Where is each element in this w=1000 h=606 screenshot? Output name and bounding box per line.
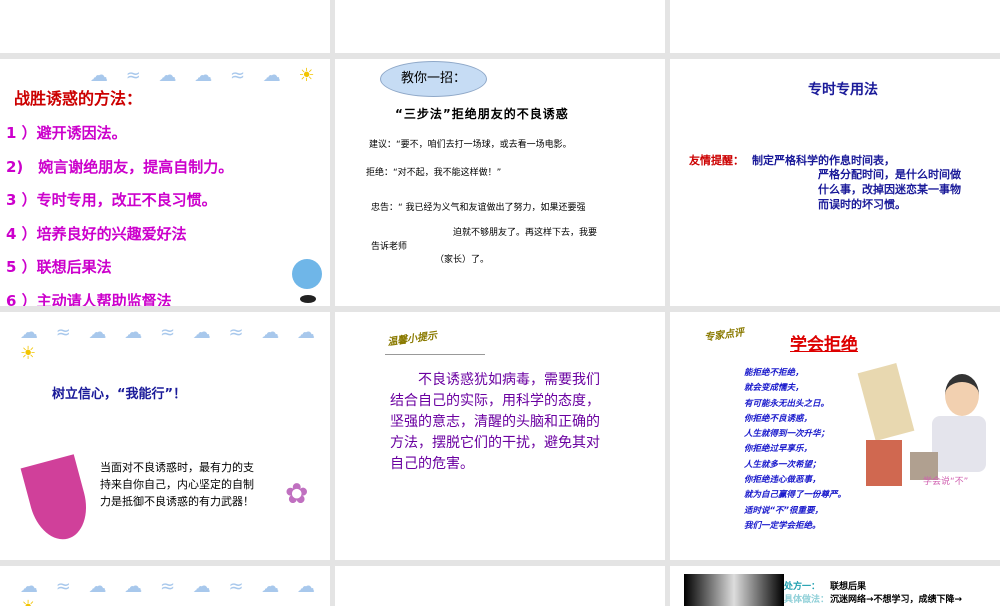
slide-title: 树立信心，“我能行”！: [52, 387, 187, 402]
poem-line: 你拒绝过早享乐，: [744, 444, 813, 455]
body-text: 力是抵御不良诱惑的有力武器！: [100, 495, 254, 508]
divider: [385, 354, 485, 355]
reminder-line: 严格分配时间，是什么时间做: [818, 168, 961, 181]
poem-line: 你拒绝违心做恶事，: [744, 475, 821, 486]
slide-thumbnail-three-steps[interactable]: 教你一招： “三步法”拒绝朋友的不良诱惑 建议：“要不，咱们去打一场球，或去看一…: [335, 59, 665, 306]
slide-title: 专时专用法: [808, 82, 878, 98]
prescription-label: 处方一：: [784, 582, 821, 592]
method-label: 具体做法：: [784, 595, 830, 605]
tip-text: 不良诱惑犹如病毒，需要我们结合自己的实际，用科学的态度，坚强的意志，清醒的头脑和…: [390, 372, 600, 472]
body-text: 持来自你自己，内心坚定的自制: [100, 478, 254, 491]
body-text: 当面对不良诱惑时，最有力的支: [100, 461, 254, 474]
method-item: 2) 婉言谢绝朋友，提高自制力。: [6, 157, 234, 176]
slide-thumbnail-top-middle[interactable]: [335, 0, 665, 53]
suggestion-line: 建议：“要不，咱们去打一场球，或去看一场电影。: [369, 140, 572, 150]
box-illustration-icon: [866, 440, 902, 486]
poem-line: 人生就多一次希望；: [744, 459, 821, 470]
reminder-label: 友情提醒：: [689, 154, 744, 167]
clouds-decoration: ☁ ≈ ☁ ☁ ≈ ☁ ≈ ☁ ☁ ☀: [20, 576, 322, 606]
advice-line: （家长）了。: [435, 255, 490, 265]
method-item: 6 ）主动请人帮助监督法: [6, 291, 172, 307]
method-item: 4 ）培养良好的兴趣爱好法: [6, 224, 187, 243]
clouds-decoration: ☁ ≈ ☁ ☁ ≈ ☁ ≈ ☁ ☁ ☀: [20, 322, 322, 364]
slide-thumbnail-methods[interactable]: ☁ ≈ ☁ ☁ ≈ ☁ ☀ 战胜诱惑的方法： 1 ）避开诱因法。 2) 婉言谢绝…: [0, 59, 330, 306]
slide-thumbnail-bottom-middle[interactable]: [335, 566, 665, 606]
boy-body-icon: [932, 416, 986, 472]
cartoon-icon: [292, 259, 322, 289]
advice-line: 忠告：“ 我已经为义气和友谊做出了努力，如果还要强: [371, 203, 586, 213]
tip-badge: 温馨小提示: [386, 330, 438, 349]
slide-thumbnail-top-right[interactable]: [670, 0, 1000, 53]
cartoon-base-icon: [300, 295, 316, 303]
magazine-illustration-icon: [857, 363, 915, 441]
reminder-line: 什么事，改掉因迷恋某一事物: [818, 183, 961, 196]
slide-title: 战胜诱惑的方法：: [14, 89, 143, 108]
slide-thumbnail-top-left[interactable]: [0, 0, 330, 53]
poem-line: 就为自己赢得了一份尊严。: [744, 490, 847, 501]
slide-thumbnail-bottom-left[interactable]: ☁ ≈ ☁ ☁ ≈ ☁ ≈ ☁ ☁ ☀: [0, 566, 330, 606]
slide-title: “三步法”拒绝朋友的不良诱惑: [395, 107, 569, 121]
slide-thumbnail-prescription[interactable]: 处方一： 联想后果 具体做法： 沉迷网络→不想学习，成绩下降→: [670, 566, 1000, 606]
method-item: 5 ）联想后果法: [6, 258, 112, 276]
method-value: 沉迷网络→不想学习，成绩下降→: [830, 595, 963, 605]
poem-line: 适时说“不”很重要，: [744, 505, 823, 516]
slide-thumbnail-time-method[interactable]: 专时专用法 友情提醒： 制定严格科学的作息时间表， 严格分配时间，是什么时间做 …: [670, 59, 1000, 306]
poem-line: 就会变成懦夫，: [744, 383, 804, 394]
method-item: 1 ）避开诱因法。: [6, 124, 127, 142]
thought-bubble: 教你一招：: [380, 61, 487, 97]
refusal-line: 拒绝：“对不起，我不能这样做！”: [366, 168, 502, 178]
poem-line: 你拒绝不良诱惑，: [744, 413, 813, 424]
flowers-icon: ✿: [285, 477, 309, 510]
advice-line: 告诉老师: [371, 242, 408, 252]
caption: 学会说“不”: [923, 477, 969, 487]
advice-line: 迫就不够朋友了。再这样下去，我要: [453, 228, 598, 238]
photo-image: [684, 574, 784, 606]
expert-badge: 专家点评: [703, 327, 745, 344]
slide-thumbnail-learn-refuse[interactable]: 专家点评 学会拒绝 能拒绝不拒绝， 就会变成懦夫， 有可能永无出头之日。 你拒绝…: [670, 312, 1000, 560]
reminder-line: 而误时的坏习惯。: [818, 198, 906, 211]
poem-line: 人生就得到一次升华；: [744, 429, 830, 440]
poem-line: 能拒绝不拒绝，: [744, 368, 804, 378]
prescription-value: 联想后果: [830, 582, 867, 592]
slide-thumbnail-tip[interactable]: 温馨小提示 不良诱惑犹如病毒，需要我们结合自己的实际，用科学的态度，坚强的意志，…: [335, 312, 665, 560]
poem-line: 有可能永无出头之日。: [744, 398, 830, 409]
girl-illustration-icon: [20, 454, 95, 546]
poem-line: 我们一定学会拒绝。: [744, 520, 821, 531]
clouds-decoration: ☁ ≈ ☁ ☁ ≈ ☁ ☀: [90, 65, 321, 86]
slide-thumbnail-confidence[interactable]: ☁ ≈ ☁ ☁ ≈ ☁ ≈ ☁ ☁ ☀ 树立信心，“我能行”！ 当面对不良诱惑时…: [0, 312, 330, 560]
reminder-line: 制定严格科学的作息时间表，: [752, 154, 895, 167]
boy-illustration-icon: [945, 374, 979, 416]
method-item: 3 ）专时专用，改正不良习惯。: [6, 191, 217, 209]
slide-title: 学会拒绝: [790, 335, 858, 355]
